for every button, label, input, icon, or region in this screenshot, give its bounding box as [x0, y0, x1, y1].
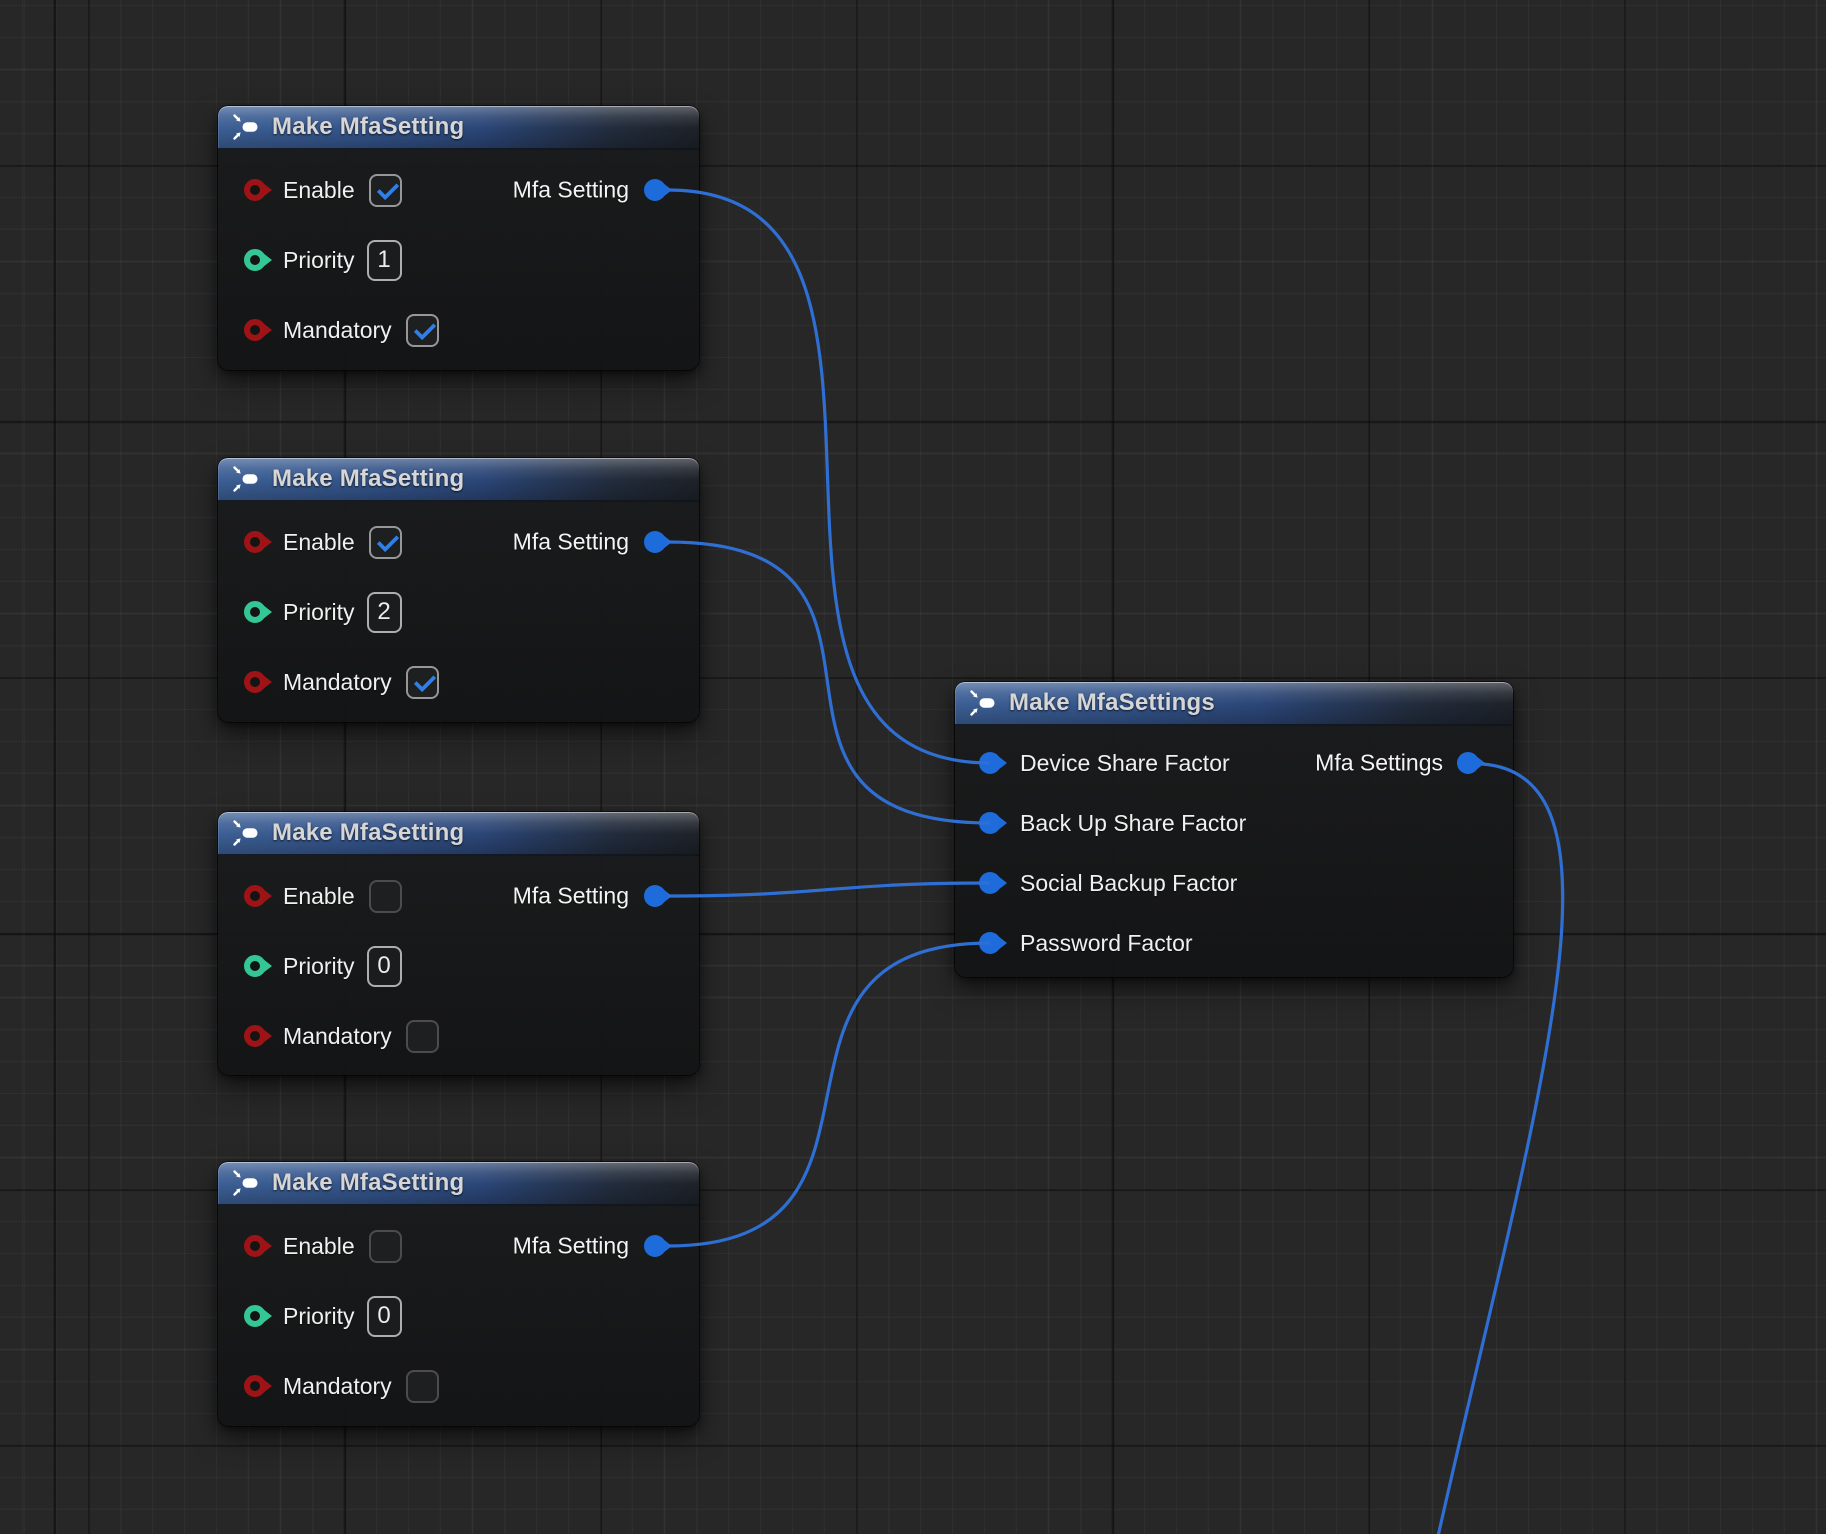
- enable-checkbox[interactable]: [369, 1230, 402, 1263]
- node-make-mfasetting-2[interactable]: Make MfaSetting Enable Mfa Setting Prior…: [218, 458, 699, 722]
- checkmark-icon: [376, 177, 399, 200]
- node-title: Make MfaSettings: [1009, 689, 1215, 717]
- checkmark-icon: [413, 669, 436, 692]
- node-header[interactable]: Make MfaSetting: [218, 812, 699, 856]
- pin-label: Mandatory: [283, 1373, 392, 1400]
- make-struct-icon: [232, 1168, 262, 1198]
- pin-label: Mfa Setting: [513, 1233, 629, 1260]
- enable-checkbox[interactable]: [369, 174, 402, 207]
- node-header[interactable]: Make MfaSetting: [218, 458, 699, 502]
- make-struct-icon: [232, 818, 262, 848]
- checkmark-icon: [413, 317, 436, 340]
- node-title: Make MfaSetting: [272, 819, 464, 847]
- pin-label: Back Up Share Factor: [1020, 810, 1246, 837]
- pin-input-enable[interactable]: [244, 885, 266, 907]
- pin-label: Mfa Settings: [1315, 750, 1443, 777]
- mandatory-checkbox[interactable]: [406, 1020, 439, 1053]
- pin-label: Mfa Setting: [513, 177, 629, 204]
- enable-checkbox[interactable]: [369, 526, 402, 559]
- priority-value-input[interactable]: 1: [367, 240, 402, 281]
- pin-label: Password Factor: [1020, 930, 1193, 957]
- priority-value-input[interactable]: 0: [367, 1296, 402, 1337]
- pin-label: Priority: [283, 599, 355, 626]
- pin-input-mandatory[interactable]: [244, 1375, 266, 1397]
- node-make-mfasettings[interactable]: Make MfaSettings Device Share Factor Mfa…: [955, 682, 1513, 977]
- pin-input-back-up-share-factor[interactable]: [979, 812, 1001, 834]
- node-header[interactable]: Make MfaSettings: [955, 682, 1513, 726]
- priority-value-input[interactable]: 2: [367, 592, 402, 633]
- pin-label: Mandatory: [283, 1023, 392, 1050]
- priority-value-input[interactable]: 0: [367, 946, 402, 987]
- pin-input-enable[interactable]: [244, 531, 266, 553]
- node-title: Make MfaSetting: [272, 1169, 464, 1197]
- node-header[interactable]: Make MfaSetting: [218, 1162, 699, 1206]
- blueprint-graph-viewport[interactable]: Make MfaSetting Enable Mfa Setting Prior…: [0, 0, 1826, 1534]
- node-title: Make MfaSetting: [272, 113, 464, 141]
- pin-label: Mfa Setting: [513, 529, 629, 556]
- mandatory-checkbox[interactable]: [406, 1370, 439, 1403]
- pin-label: Enable: [283, 1233, 355, 1260]
- pin-label: Mfa Setting: [513, 883, 629, 910]
- pin-input-device-share-factor[interactable]: [979, 752, 1001, 774]
- make-struct-icon: [969, 688, 999, 718]
- pin-output-mfa-setting[interactable]: [644, 1235, 666, 1257]
- node-header[interactable]: Make MfaSetting: [218, 106, 699, 150]
- pin-label: Device Share Factor: [1020, 750, 1230, 777]
- node-make-mfasetting-3[interactable]: Make MfaSetting Enable Mfa Setting Prior…: [218, 812, 699, 1075]
- pin-output-mfa-setting[interactable]: [644, 531, 666, 553]
- pin-label: Enable: [283, 529, 355, 556]
- pin-input-enable[interactable]: [244, 1235, 266, 1257]
- pin-input-priority[interactable]: [244, 1305, 266, 1327]
- pin-label: Priority: [283, 247, 355, 274]
- mandatory-checkbox[interactable]: [406, 666, 439, 699]
- enable-checkbox[interactable]: [369, 880, 402, 913]
- checkmark-icon: [376, 529, 399, 552]
- pin-input-mandatory[interactable]: [244, 1025, 266, 1047]
- pin-input-mandatory[interactable]: [244, 319, 266, 341]
- pin-input-priority[interactable]: [244, 601, 266, 623]
- pin-label: Priority: [283, 953, 355, 980]
- make-struct-icon: [232, 464, 262, 494]
- pin-label: Enable: [283, 883, 355, 910]
- pin-label: Priority: [283, 1303, 355, 1330]
- pin-input-password-factor[interactable]: [979, 932, 1001, 954]
- pin-label: Social Backup Factor: [1020, 870, 1237, 897]
- pin-label: Mandatory: [283, 669, 392, 696]
- mandatory-checkbox[interactable]: [406, 314, 439, 347]
- pin-input-social-backup-factor[interactable]: [979, 872, 1001, 894]
- pin-output-mfa-setting[interactable]: [644, 179, 666, 201]
- make-struct-icon: [232, 112, 262, 142]
- pin-label: Enable: [283, 177, 355, 204]
- node-title: Make MfaSetting: [272, 465, 464, 493]
- pin-input-enable[interactable]: [244, 179, 266, 201]
- node-make-mfasetting-1[interactable]: Make MfaSetting Enable Mfa Setting Prior…: [218, 106, 699, 370]
- node-make-mfasetting-4[interactable]: Make MfaSetting Enable Mfa Setting Prior…: [218, 1162, 699, 1426]
- pin-output-mfa-settings[interactable]: [1457, 752, 1479, 774]
- pin-input-mandatory[interactable]: [244, 671, 266, 693]
- pin-input-priority[interactable]: [244, 955, 266, 977]
- pin-output-mfa-setting[interactable]: [644, 885, 666, 907]
- pin-input-priority[interactable]: [244, 249, 266, 271]
- pin-label: Mandatory: [283, 317, 392, 344]
